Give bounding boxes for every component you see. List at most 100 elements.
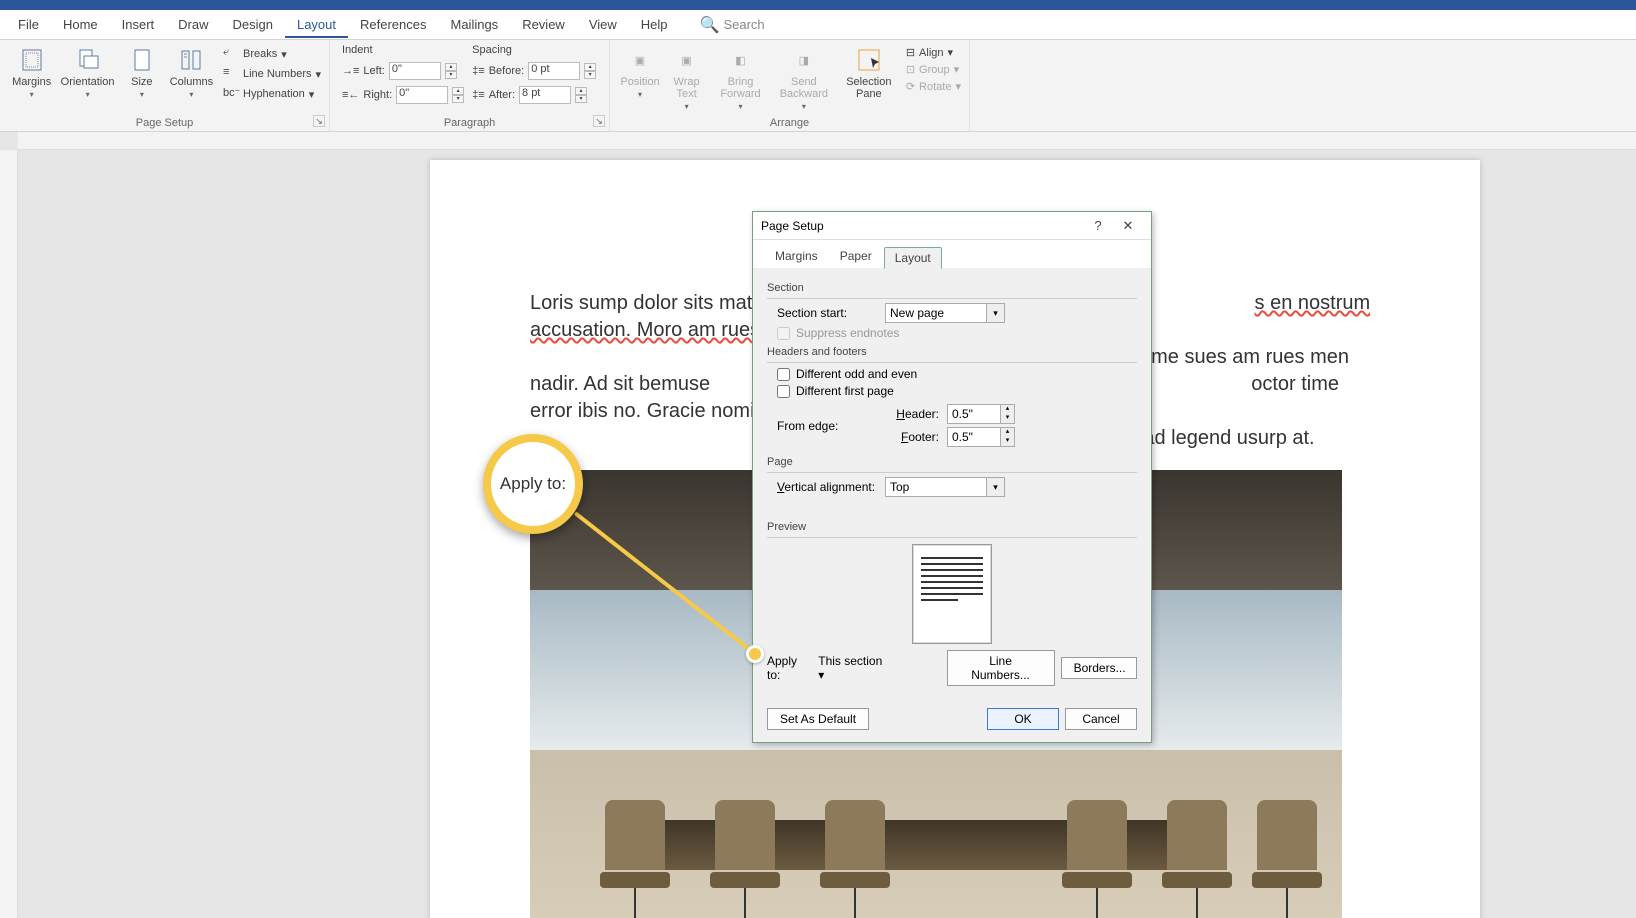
set-as-default-button[interactable]: Set As Default [767,708,869,730]
size-icon [128,46,156,74]
dialog-tab-layout[interactable]: Layout [884,247,942,269]
spacing-before-spinner[interactable]: ▴▾ [584,63,596,79]
chevron-down-icon: ▾ [986,304,1004,322]
ribbon: Margins▾ Orientation▾ Size▾ Columns▾ ⤶ Br… [0,40,1636,132]
orientation-button[interactable]: Orientation▾ [57,44,118,104]
size-button[interactable]: Size▾ [120,44,164,104]
spacing-before-row: ‡≡Before:0 pt▴▾ [472,60,596,82]
diff-odd-even-checkbox[interactable] [777,368,790,381]
columns-button[interactable]: Columns▾ [166,44,217,104]
wrap-text-button: ▣Wrap Text▾ [664,44,709,115]
suppress-endnotes-checkbox [777,327,790,340]
page-setup-launcher[interactable]: ↘ [313,115,325,127]
menu-mailings[interactable]: Mailings [439,11,511,38]
title-bar [0,0,1636,10]
rotate-icon: ⟳ [906,80,915,93]
spacing-after-input[interactable]: 8 pt [519,86,571,104]
spacing-before-input[interactable]: 0 pt [528,62,580,80]
diff-first-page-checkbox[interactable] [777,385,790,398]
dialog-tabs: Margins Paper Layout [753,240,1151,268]
indent-left-label: Left: [363,65,384,77]
menu-draw[interactable]: Draw [166,11,220,38]
dialog-help-button[interactable]: ? [1083,218,1113,233]
indent-header: Indent [342,44,464,58]
menu-references[interactable]: References [348,11,438,38]
breaks-label: Breaks [243,48,277,60]
indent-left-spinner[interactable]: ▴▾ [445,63,457,79]
footer-edge-input[interactable]: 0.5"▴▾ [947,427,1015,447]
orientation-label: Orientation [61,76,115,88]
menu-review[interactable]: Review [510,11,577,38]
breaks-button[interactable]: ⤶Breaks ▾ [223,44,321,64]
preview-box [912,544,992,644]
spacing-header: Spacing [472,44,596,58]
selection-pane-button[interactable]: Selection Pane [838,44,900,115]
section-start-value: New page [890,306,944,320]
margins-button[interactable]: Margins▾ [8,44,55,104]
align-icon: ⊟ [906,46,915,59]
ribbon-group-paragraph: Indent →≡Left:0"▴▾ ≡←Right:0"▴▾ Spacing … [330,40,610,131]
borders-dialog-button[interactable]: Borders... [1061,657,1137,679]
hyphenation-label: Hyphenation [243,88,305,100]
group-label: Group [919,64,950,76]
paragraph-launcher[interactable]: ↘ [593,115,605,127]
search-input[interactable]: Search [723,17,764,32]
indent-left-input[interactable]: 0" [389,62,441,80]
search-icon[interactable]: 🔍 [700,15,720,35]
send-backward-label: Send Backward [780,76,828,100]
send-backward-button: ◨Send Backward▾ [772,44,836,115]
paragraph-group-title: Paragraph [330,117,609,129]
dialog-close-button[interactable]: ✕ [1113,218,1143,234]
vertical-alignment-label: Vertical alignment: [777,480,877,494]
callout-magnifier: Apply to: [483,434,583,534]
section-header: Section [767,282,1137,294]
section-start-label: Section start: [777,306,877,320]
section-start-combo[interactable]: New page ▾ [885,303,1005,323]
vertical-alignment-combo[interactable]: Top▾ [885,477,1005,497]
suppress-endnotes-label: Suppress endnotes [796,326,899,340]
ruler-horizontal[interactable] [18,132,1636,150]
menu-file[interactable]: File [6,11,51,38]
cancel-button[interactable]: Cancel [1065,708,1137,730]
dialog-tab-paper[interactable]: Paper [830,246,882,268]
line-numbers-dialog-button[interactable]: Line Numbers... [947,650,1055,686]
menu-layout[interactable]: Layout [285,11,348,38]
menu-insert[interactable]: Insert [110,11,167,38]
apply-to-combo[interactable]: This section▾ [818,654,934,682]
wrap-text-icon: ▣ [673,46,701,74]
bring-forward-button: ◧Bring Forward▾ [711,44,770,115]
wrap-text-label: Wrap Text [674,76,700,100]
hyphenation-button[interactable]: bc⁻Hyphenation ▾ [223,84,321,104]
footer-edge-label: Footer: [887,430,939,444]
arrange-group-title: Arrange [610,117,969,129]
dialog-title-bar[interactable]: Page Setup ? ✕ [753,212,1151,240]
margins-label: Margins [12,76,51,88]
menu-design[interactable]: Design [221,11,285,38]
ok-button[interactable]: OK [987,708,1059,730]
indent-right-spinner[interactable]: ▴▾ [452,87,464,103]
indent-right-label: Right: [363,89,392,101]
breaks-icon: ⤶ [223,46,239,62]
line-numbers-label: Line Numbers [243,68,311,80]
header-edge-input[interactable]: 0.5"▴▾ [947,404,1015,424]
chevron-down-icon: ▾ [818,668,934,682]
menu-view[interactable]: View [577,11,629,38]
align-button[interactable]: ⊟Align ▾ [906,44,961,61]
line-numbers-button[interactable]: ≡Line Numbers ▾ [223,64,321,84]
menu-home[interactable]: Home [51,11,110,38]
page-setup-group-title: Page Setup [0,117,329,129]
dialog-tab-margins[interactable]: Margins [765,246,828,268]
callout-text: Apply to: [500,474,566,494]
bring-forward-label: Bring Forward [720,76,760,100]
menu-help[interactable]: Help [629,11,680,38]
header-edge-label: Header: [887,407,939,421]
indent-right-row: ≡←Right:0"▴▾ [342,84,464,106]
indent-right-input[interactable]: 0" [396,86,448,104]
spacing-after-spinner[interactable]: ▴▾ [575,87,587,103]
rotate-label: Rotate [919,81,951,93]
selection-pane-icon [855,46,883,74]
callout-end-dot [746,645,764,663]
ruler-vertical[interactable] [0,150,18,918]
size-label: Size [131,76,152,88]
page-setup-dialog: Page Setup ? ✕ Margins Paper Layout Sect… [752,211,1152,743]
